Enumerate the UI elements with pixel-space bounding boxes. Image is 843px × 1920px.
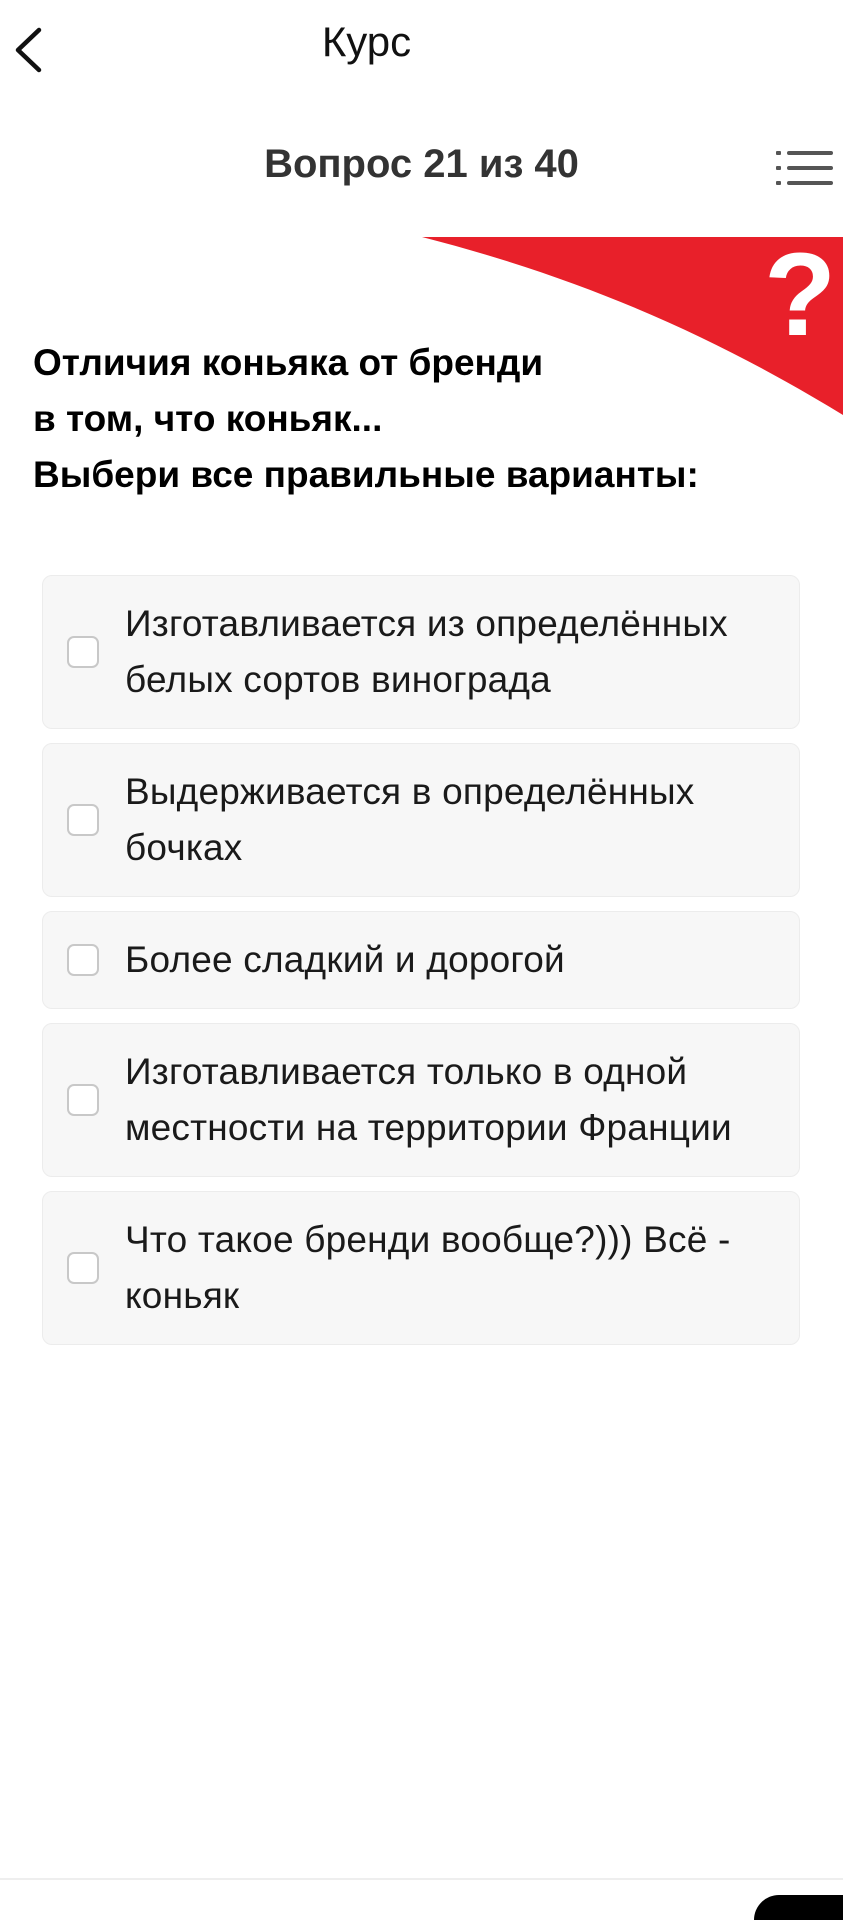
top-bar: Курс bbox=[0, 0, 843, 100]
question-line: Отличия коньяка от бренди bbox=[33, 342, 544, 383]
checkbox[interactable] bbox=[67, 804, 99, 836]
answer-label: Изготавливается только в одной местности… bbox=[125, 1051, 732, 1148]
bottom-divider bbox=[0, 1878, 843, 1880]
screen-title: Курс bbox=[321, 18, 412, 65]
list-menu-icon bbox=[776, 151, 833, 185]
checkbox[interactable] bbox=[67, 1084, 99, 1116]
checkbox[interactable] bbox=[67, 944, 99, 976]
answer-option[interactable]: Изготавливается только в одной местности… bbox=[42, 1023, 800, 1177]
answer-option[interactable]: Изготавливается из определённых белых со… bbox=[42, 575, 800, 729]
answer-option[interactable]: Выдерживается в определённых бочках bbox=[42, 743, 800, 897]
svg-text:?: ? bbox=[764, 230, 836, 361]
answer-option[interactable]: Что такое бренди вообще?))) Всё - коньяк bbox=[42, 1191, 800, 1345]
question-line: Выбери все правильные варианты: bbox=[33, 454, 699, 495]
question-line: в том, что коньяк... bbox=[33, 398, 383, 439]
question-list-button[interactable] bbox=[776, 142, 834, 194]
next-button[interactable] bbox=[754, 1895, 843, 1920]
answer-options: Изготавливается из определённых белых со… bbox=[42, 575, 800, 1359]
checkbox[interactable] bbox=[67, 1252, 99, 1284]
checkbox[interactable] bbox=[67, 636, 99, 668]
answer-label: Выдерживается в определённых бочках bbox=[125, 771, 695, 868]
question-counter: Вопрос 21 из 40 bbox=[264, 142, 579, 186]
question-mark-icon: ? bbox=[764, 230, 836, 361]
answer-label: Более сладкий и дорогой bbox=[125, 939, 565, 980]
answer-label: Изготавливается из определённых белых со… bbox=[125, 603, 728, 700]
question-text: Отличия коньяка от бренди в том, что кон… bbox=[33, 335, 753, 503]
answer-option[interactable]: Более сладкий и дорогой bbox=[42, 911, 800, 1009]
answer-label: Что такое бренди вообще?))) Всё - коньяк bbox=[125, 1219, 731, 1316]
